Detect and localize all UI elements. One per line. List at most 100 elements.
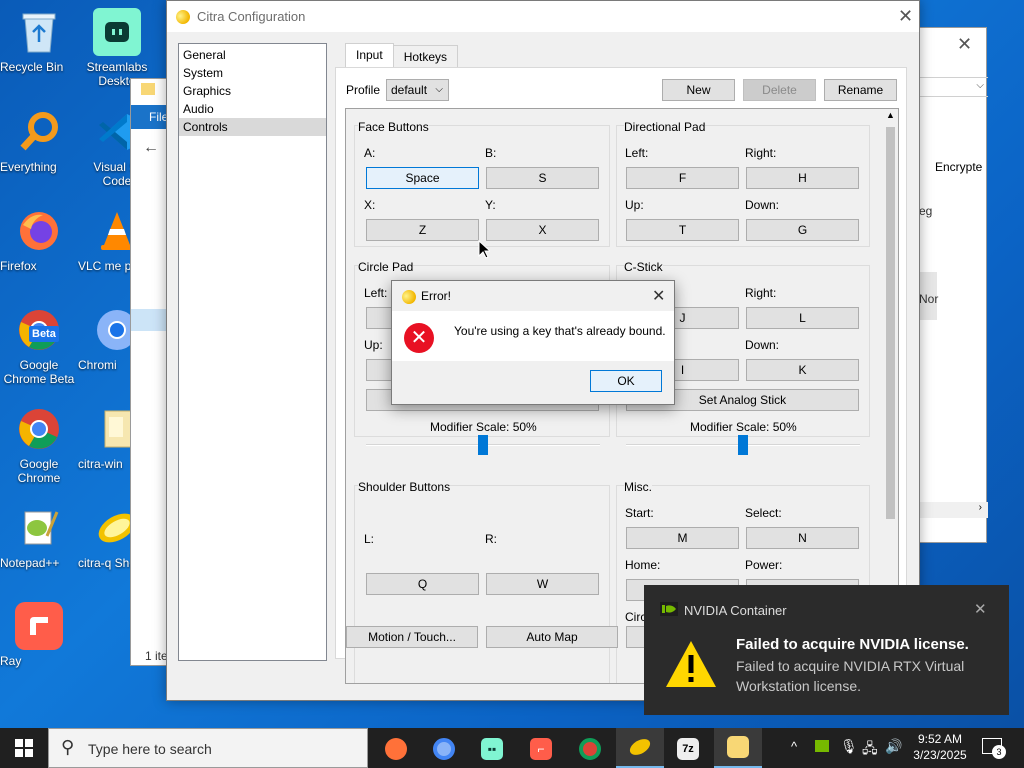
dpad-left-label: Left: (625, 146, 649, 160)
delete-button[interactable]: Delete (743, 79, 816, 101)
close-icon[interactable]: ✕ (974, 600, 987, 618)
desktop-icon-chrome-beta[interactable]: Beta Google Chrome Beta (0, 306, 78, 386)
desktop-icon-ray[interactable]: Ray (0, 602, 78, 668)
dpad-right-button[interactable]: H (746, 167, 859, 189)
rename-button[interactable]: Rename (824, 79, 897, 101)
dpad-right-label: Right: (745, 146, 777, 160)
face-buttons-title: Face Buttons (358, 120, 429, 134)
taskbar-chrome-beta[interactable] (570, 732, 610, 766)
nav-item-system[interactable]: System (179, 64, 326, 82)
scrollbar-thumb[interactable] (886, 127, 895, 519)
b-binding-button[interactable]: S (486, 167, 599, 189)
nvidia-tray-icon[interactable] (815, 740, 829, 752)
dpad-left-button[interactable]: F (626, 167, 739, 189)
select-binding-button[interactable]: N (746, 527, 859, 549)
background-explorer-window[interactable]: File ← 1 ite (130, 78, 171, 666)
start-binding-button[interactable]: M (626, 527, 739, 549)
c-stick-down-button[interactable]: K (746, 359, 859, 381)
microphone-icon[interactable]: 🎙 (840, 738, 858, 755)
taskbar-7zip[interactable]: 7z (668, 732, 708, 766)
desktop-icon-label: Recycle Bin (0, 60, 64, 74)
dpad-up-label: Up: (625, 198, 644, 212)
a-binding-button[interactable]: Space (366, 167, 479, 189)
taskbar-streamlabs[interactable]: ▪▪ (472, 732, 512, 766)
c-stick-modifier-label: Modifier Scale: 50% (690, 420, 797, 434)
category-list[interactable]: General System Graphics Audio Controls (178, 43, 327, 661)
citra-logo-icon (173, 7, 193, 26)
volume-icon[interactable]: 🔊 (885, 738, 902, 755)
address-bar[interactable]: ⌵ (919, 77, 988, 97)
desktop-icon-label: Chromi (78, 358, 117, 372)
search-placeholder: Type here to search (88, 741, 212, 757)
desktop-icon-streamlabs[interactable]: Streamlabs Deskto (78, 8, 156, 88)
l-binding-button[interactable]: Q (366, 573, 479, 595)
toast-body: Failed to acquire NVIDIA RTX Virtual Wor… (736, 658, 965, 694)
streamlabs-icon (93, 8, 141, 56)
title-bar[interactable]: Citra Configuration (167, 1, 919, 32)
chrome-beta-icon (579, 738, 601, 760)
taskbar-ray[interactable]: ⌐ (521, 732, 561, 766)
horizontal-scrollbar[interactable]: › (919, 502, 988, 518)
taskbar-citra[interactable] (616, 728, 664, 768)
error-dialog[interactable]: Error! ✕ ✕ You're using a key that's alr… (391, 280, 675, 405)
start-label: Start: (625, 506, 654, 520)
warning-icon (666, 641, 716, 687)
r-binding-button[interactable]: W (486, 573, 599, 595)
profile-value: default (391, 83, 428, 97)
nav-item-controls[interactable]: Controls (179, 118, 326, 136)
c-stick-right-label: Right: (745, 286, 777, 300)
circle-pad-modifier-label: Modifier Scale: 50% (430, 420, 537, 434)
y-binding-button[interactable]: X (486, 219, 599, 241)
new-button[interactable]: New (662, 79, 735, 101)
notification-center-icon[interactable]: 3 (982, 738, 1006, 759)
folder-icon (141, 83, 155, 95)
column-header-encrypted[interactable]: Encrypte (935, 160, 982, 174)
close-icon[interactable]: ✕ (957, 34, 972, 55)
selected-row[interactable] (131, 309, 171, 331)
dpad-up-button[interactable]: T (626, 219, 739, 241)
circle-pad-modifier-handle[interactable] (478, 435, 488, 455)
search-box[interactable]: ⚲ Type here to search (48, 728, 368, 768)
x-binding-button[interactable]: Z (366, 219, 479, 241)
auto-map-button[interactable]: Auto Map (486, 626, 618, 648)
scroll-right-icon[interactable]: › (979, 502, 982, 513)
desktop-icon-notepad-plus-plus[interactable]: Notepad++ (0, 504, 78, 570)
clock[interactable]: 9:52 AM 3/23/2025 (910, 731, 970, 763)
nvidia-notification[interactable]: NVIDIA Container ✕ Failed to acquire NVI… (644, 585, 1009, 715)
desktop-icon-label: Google Chrome (17, 457, 61, 485)
select-label: Select: (745, 506, 782, 520)
close-icon[interactable]: ✕ (652, 286, 665, 306)
profile-select[interactable]: default ⌵ (386, 79, 449, 101)
start-button[interactable] (4, 731, 44, 765)
nav-item-general[interactable]: General (179, 46, 326, 64)
b-label: B: (485, 146, 497, 160)
show-hidden-icons-icon[interactable]: ^ (791, 739, 797, 754)
taskbar-file-explorer[interactable] (714, 728, 762, 768)
desktop-icon-firefox[interactable]: Firefox (0, 207, 78, 273)
close-icon[interactable]: ✕ (898, 6, 913, 27)
motion-touch-button[interactable]: Motion / Touch... (346, 626, 478, 648)
desktop-icon-everything[interactable]: Everything (0, 108, 78, 174)
file-tab[interactable]: File (131, 105, 171, 129)
c-stick-modifier-handle[interactable] (738, 435, 748, 455)
notepad-plus-plus-icon (15, 504, 63, 552)
network-icon[interactable]: 🖧 (862, 738, 878, 762)
clock-time: 9:52 AM (917, 732, 963, 746)
nav-item-graphics[interactable]: Graphics (179, 82, 326, 100)
tab-hotkeys[interactable]: Hotkeys (392, 45, 459, 67)
desktop-icon-chrome[interactable]: Google Chrome (0, 405, 78, 485)
c-stick-right-button[interactable]: L (746, 307, 859, 329)
taskbar-chromium[interactable] (424, 732, 464, 766)
nav-item-audio[interactable]: Audio (179, 100, 326, 118)
citra-logo-icon (627, 735, 653, 759)
notification-count-badge: 3 (992, 745, 1006, 759)
chevron-down-icon: ⌵ (435, 84, 443, 95)
desktop-icon-recycle-bin[interactable]: Recycle Bin (0, 8, 78, 74)
background-window-right[interactable]: ✕ ⌵ Encrypte eg Nor › (918, 27, 988, 543)
back-arrow-icon[interactable]: ← (143, 139, 159, 157)
scroll-up-icon[interactable]: ▲ (886, 110, 895, 120)
dpad-down-button[interactable]: G (746, 219, 859, 241)
ok-button[interactable]: OK (590, 370, 662, 392)
taskbar-firefox[interactable] (376, 732, 416, 766)
tab-input[interactable]: Input (345, 43, 394, 67)
